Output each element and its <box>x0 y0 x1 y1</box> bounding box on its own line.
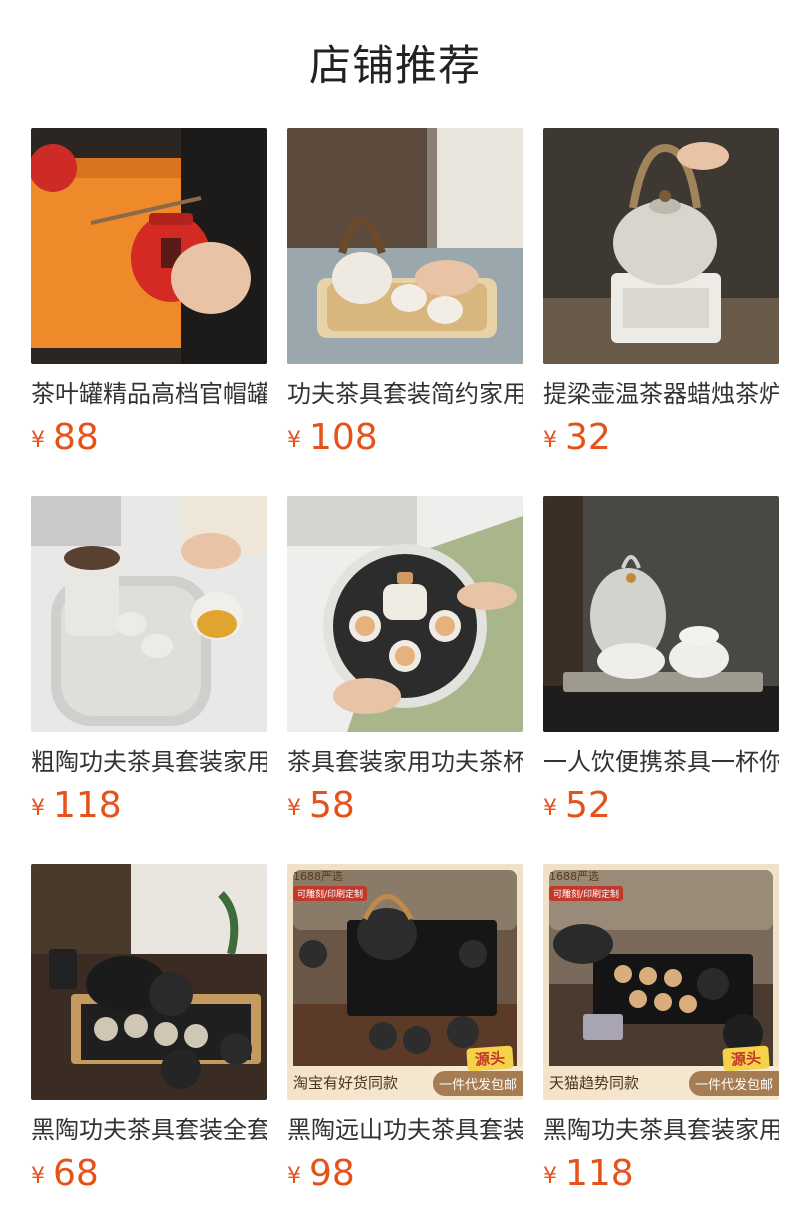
custom-badge: 可雕刻/印刷定制 <box>293 886 368 901</box>
product-name[interactable]: 茶叶罐精品高档官帽罐 <box>31 378 267 410</box>
product-image[interactable]: 1688严选 可雕刻/印刷定制 天猫趋势同款 源头 一件代发包邮 <box>543 864 779 1100</box>
selection-badge: 1688严选 <box>549 870 599 883</box>
product-image[interactable] <box>287 496 523 732</box>
product-image[interactable] <box>31 128 267 364</box>
price-value: 108 <box>309 417 378 458</box>
product-name[interactable]: 茶具套装家用功夫茶杯 <box>287 746 523 778</box>
currency-symbol: ¥ <box>287 428 301 453</box>
product-image[interactable] <box>543 496 779 732</box>
product-card[interactable]: 粗陶功夫茶具套装家用 ¥118 <box>31 496 267 832</box>
product-card[interactable]: 功夫茶具套装简约家用 ¥108 <box>287 128 523 464</box>
product-name[interactable]: 一人饮便携茶具一杯你 <box>543 746 779 778</box>
currency-symbol: ¥ <box>287 1164 301 1189</box>
page-title: 店铺推荐 <box>308 41 481 90</box>
promo-text: 天猫趋势同款 <box>549 1074 640 1092</box>
product-card[interactable]: 1688严选 可雕刻/印刷定制 淘宝有好货同款 源头 一件代发包邮 黑陶远山功夫… <box>287 864 523 1200</box>
product-image[interactable]: 1688严选 可雕刻/印刷定制 淘宝有好货同款 源头 一件代发包邮 <box>287 864 523 1100</box>
product-card[interactable]: 一人饮便携茶具一杯你 ¥52 <box>543 496 779 832</box>
product-card[interactable]: 提梁壶温茶器蜡烛茶炉 ¥32 <box>543 128 779 464</box>
custom-badge: 可雕刻/印刷定制 <box>549 886 624 901</box>
price-value: 98 <box>309 1153 355 1194</box>
product-name[interactable]: 提梁壶温茶器蜡烛茶炉 <box>543 378 779 410</box>
product-price: ¥118 <box>31 786 267 832</box>
product-image[interactable] <box>31 496 267 732</box>
shipping-badge: 一件代发包邮 <box>432 1071 523 1096</box>
price-value: 32 <box>565 417 611 458</box>
currency-symbol: ¥ <box>31 1164 45 1189</box>
shipping-badge: 一件代发包邮 <box>688 1071 779 1096</box>
price-value: 88 <box>53 417 99 458</box>
product-image[interactable] <box>543 128 779 364</box>
product-name[interactable]: 粗陶功夫茶具套装家用 <box>31 746 267 778</box>
product-price: ¥58 <box>287 786 523 832</box>
product-card[interactable]: 茶具套装家用功夫茶杯 ¥58 <box>287 496 523 832</box>
product-price: ¥52 <box>543 786 779 832</box>
product-price: ¥118 <box>543 1154 779 1200</box>
currency-symbol: ¥ <box>543 1164 557 1189</box>
product-card[interactable]: 1688严选 可雕刻/印刷定制 天猫趋势同款 源头 一件代发包邮 黑陶功夫茶具套… <box>543 864 779 1200</box>
product-image[interactable] <box>31 864 267 1100</box>
currency-symbol: ¥ <box>31 796 45 821</box>
product-name[interactable]: 功夫茶具套装简约家用 <box>287 378 523 410</box>
price-value: 118 <box>565 1153 634 1194</box>
currency-symbol: ¥ <box>287 796 301 821</box>
product-price: ¥108 <box>287 418 523 464</box>
product-image[interactable] <box>287 128 523 364</box>
product-card[interactable]: 茶叶罐精品高档官帽罐 ¥88 <box>31 128 267 464</box>
product-price: ¥32 <box>543 418 779 464</box>
price-value: 118 <box>53 785 122 826</box>
promo-text: 淘宝有好货同款 <box>293 1074 399 1092</box>
product-price: ¥88 <box>31 418 267 464</box>
product-price: ¥98 <box>287 1154 523 1200</box>
price-value: 68 <box>53 1153 99 1194</box>
selection-badge: 1688严选 <box>293 870 343 883</box>
product-name[interactable]: 黑陶功夫茶具套装家用 <box>543 1114 779 1146</box>
source-badge: 源头 <box>722 1045 770 1072</box>
price-value: 52 <box>565 785 611 826</box>
source-badge: 源头 <box>466 1045 514 1072</box>
currency-symbol: ¥ <box>31 428 45 453</box>
product-card[interactable]: 黑陶功夫茶具套装全套 ¥68 <box>31 864 267 1200</box>
price-value: 58 <box>309 785 355 826</box>
product-price: ¥68 <box>31 1154 267 1200</box>
currency-symbol: ¥ <box>543 796 557 821</box>
currency-symbol: ¥ <box>543 428 557 453</box>
product-name[interactable]: 黑陶远山功夫茶具套装 <box>287 1114 523 1146</box>
product-name[interactable]: 黑陶功夫茶具套装全套 <box>31 1114 267 1146</box>
